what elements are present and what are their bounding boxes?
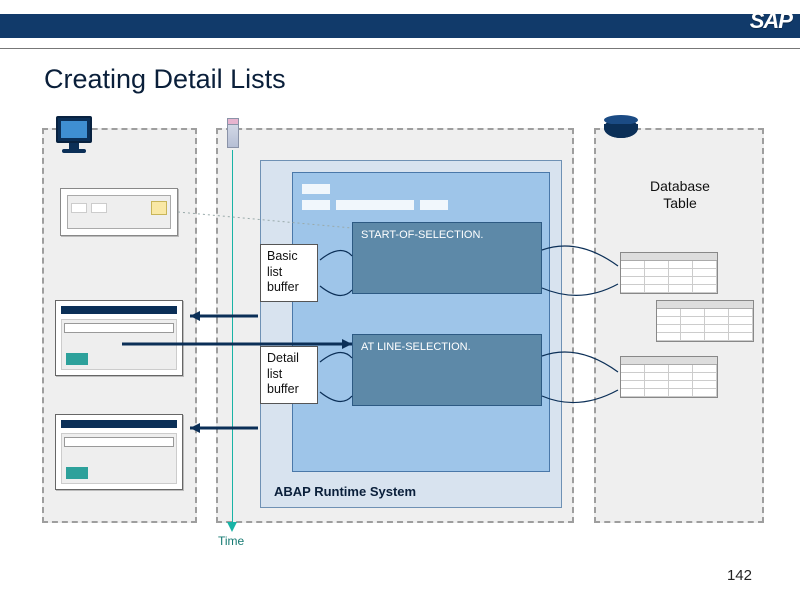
detail-list-buffer: Detail list buffer <box>260 346 318 404</box>
time-axis-label: Time <box>218 534 244 548</box>
abap-runtime-label: ABAP Runtime System <box>274 484 416 499</box>
time-axis-arrow <box>227 522 237 532</box>
execute-icon <box>151 201 167 215</box>
basic-list-output <box>55 300 183 376</box>
time-axis <box>232 150 233 526</box>
code-line <box>302 184 330 194</box>
basic-list-buffer: Basic list buffer <box>260 244 318 302</box>
top-bar <box>0 14 800 38</box>
slide-title: Creating Detail Lists <box>44 64 286 95</box>
sap-logo: SAP <box>750 8 792 34</box>
database-table-label: Database Table <box>630 178 730 212</box>
code-line <box>336 200 414 210</box>
abap-program-box <box>292 172 550 472</box>
db-table-3 <box>620 356 718 398</box>
event-at-line-selection: AT LINE-SELECTION. <box>352 334 542 406</box>
db-table-2 <box>656 300 754 342</box>
divider <box>0 48 800 49</box>
selection-screen <box>60 188 178 236</box>
db-table-1 <box>620 252 718 294</box>
event-start-of-selection: START-OF-SELECTION. <box>352 222 542 294</box>
detail-list-output <box>55 414 183 490</box>
server-icon <box>227 118 239 148</box>
database-icon <box>604 118 638 138</box>
code-line <box>420 200 448 210</box>
code-line <box>302 200 330 210</box>
monitor-icon <box>56 116 92 153</box>
page-number: 142 <box>727 567 752 584</box>
